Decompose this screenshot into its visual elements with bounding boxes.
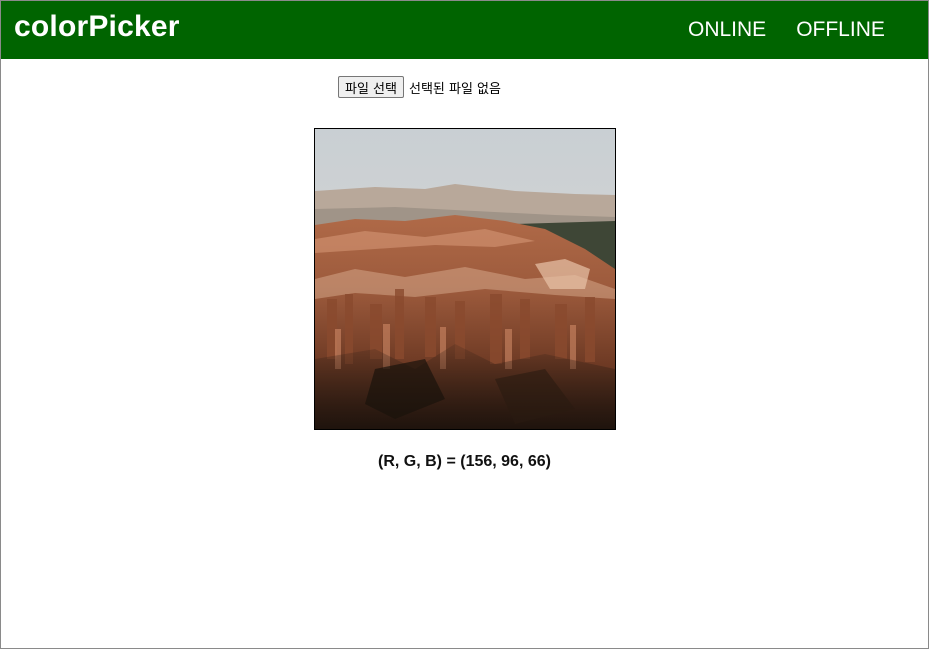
- file-input: 파일 선택 선택된 파일 없음: [338, 76, 501, 98]
- nav-offline-link[interactable]: OFFLINE: [796, 18, 885, 42]
- nav-links: ONLINE OFFLINE: [688, 18, 885, 42]
- preview-image[interactable]: [314, 128, 616, 430]
- file-status-text: 선택된 파일 없음: [408, 81, 501, 97]
- rgb-readout: (R, G, B) = (156, 96, 66): [378, 453, 551, 470]
- nav-online-link[interactable]: ONLINE: [688, 18, 766, 42]
- brand-logo[interactable]: colorPicker: [14, 10, 180, 44]
- choose-file-button[interactable]: 파일 선택: [338, 76, 404, 98]
- canyon-photo-illustration: [315, 129, 615, 429]
- top-navbar: colorPicker ONLINE OFFLINE: [1, 1, 928, 59]
